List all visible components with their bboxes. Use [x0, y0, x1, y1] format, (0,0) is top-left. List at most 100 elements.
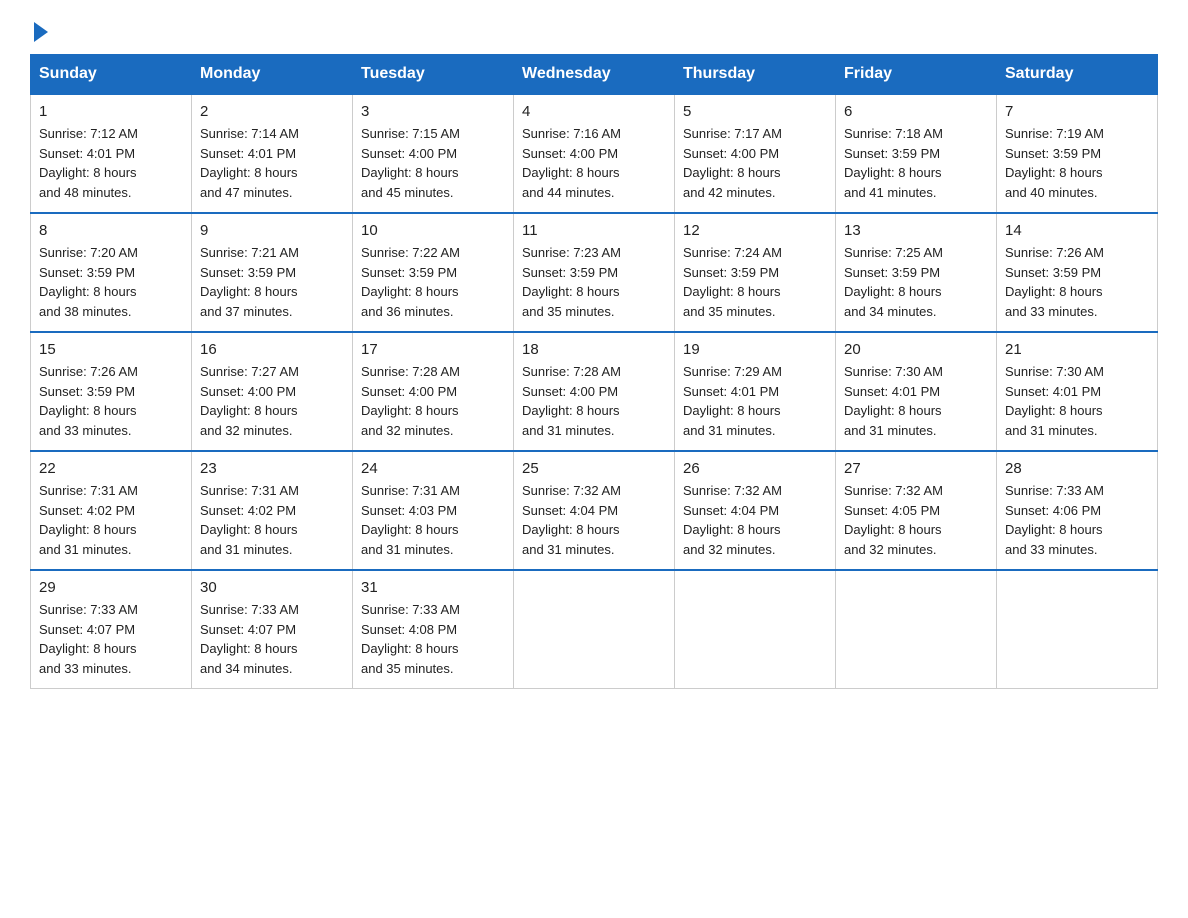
calendar-body: 1 Sunrise: 7:12 AMSunset: 4:01 PMDaylight… — [31, 94, 1158, 689]
day-number: 5 — [683, 103, 827, 120]
day-info: Sunrise: 7:32 AMSunset: 4:05 PMDaylight:… — [844, 481, 988, 559]
calendar-cell: 14 Sunrise: 7:26 AMSunset: 3:59 PMDayligh… — [997, 213, 1158, 332]
calendar-cell: 29 Sunrise: 7:33 AMSunset: 4:07 PMDayligh… — [31, 570, 192, 689]
day-info: Sunrise: 7:15 AMSunset: 4:00 PMDaylight:… — [361, 124, 505, 202]
week-row-1: 1 Sunrise: 7:12 AMSunset: 4:01 PMDaylight… — [31, 94, 1158, 213]
calendar-header: SundayMondayTuesdayWednesdayThursdayFrid… — [31, 55, 1158, 95]
calendar-cell: 5 Sunrise: 7:17 AMSunset: 4:00 PMDaylight… — [675, 94, 836, 213]
calendar-cell: 7 Sunrise: 7:19 AMSunset: 3:59 PMDaylight… — [997, 94, 1158, 213]
day-number: 28 — [1005, 460, 1149, 477]
day-number: 22 — [39, 460, 183, 477]
day-number: 29 — [39, 579, 183, 596]
day-number: 27 — [844, 460, 988, 477]
day-number: 18 — [522, 341, 666, 358]
day-info: Sunrise: 7:25 AMSunset: 3:59 PMDaylight:… — [844, 243, 988, 321]
calendar-cell: 3 Sunrise: 7:15 AMSunset: 4:00 PMDaylight… — [353, 94, 514, 213]
day-info: Sunrise: 7:14 AMSunset: 4:01 PMDaylight:… — [200, 124, 344, 202]
day-info: Sunrise: 7:12 AMSunset: 4:01 PMDaylight:… — [39, 124, 183, 202]
day-info: Sunrise: 7:32 AMSunset: 4:04 PMDaylight:… — [683, 481, 827, 559]
day-number: 13 — [844, 222, 988, 239]
day-number: 12 — [683, 222, 827, 239]
day-info: Sunrise: 7:22 AMSunset: 3:59 PMDaylight:… — [361, 243, 505, 321]
header-friday: Friday — [836, 55, 997, 95]
header-sunday: Sunday — [31, 55, 192, 95]
day-info: Sunrise: 7:28 AMSunset: 4:00 PMDaylight:… — [361, 362, 505, 440]
day-info: Sunrise: 7:33 AMSunset: 4:06 PMDaylight:… — [1005, 481, 1149, 559]
day-number: 17 — [361, 341, 505, 358]
day-number: 21 — [1005, 341, 1149, 358]
day-number: 2 — [200, 103, 344, 120]
header-tuesday: Tuesday — [353, 55, 514, 95]
day-info: Sunrise: 7:19 AMSunset: 3:59 PMDaylight:… — [1005, 124, 1149, 202]
calendar-cell: 22 Sunrise: 7:31 AMSunset: 4:02 PMDayligh… — [31, 451, 192, 570]
calendar-cell — [836, 570, 997, 689]
calendar-cell: 8 Sunrise: 7:20 AMSunset: 3:59 PMDaylight… — [31, 213, 192, 332]
header-thursday: Thursday — [675, 55, 836, 95]
day-number: 3 — [361, 103, 505, 120]
day-number: 14 — [1005, 222, 1149, 239]
logo-top — [30, 20, 48, 42]
day-info: Sunrise: 7:18 AMSunset: 3:59 PMDaylight:… — [844, 124, 988, 202]
day-info: Sunrise: 7:31 AMSunset: 4:02 PMDaylight:… — [39, 481, 183, 559]
day-info: Sunrise: 7:33 AMSunset: 4:07 PMDaylight:… — [39, 600, 183, 678]
day-info: Sunrise: 7:30 AMSunset: 4:01 PMDaylight:… — [1005, 362, 1149, 440]
week-row-4: 22 Sunrise: 7:31 AMSunset: 4:02 PMDayligh… — [31, 451, 1158, 570]
day-number: 1 — [39, 103, 183, 120]
calendar-cell: 1 Sunrise: 7:12 AMSunset: 4:01 PMDaylight… — [31, 94, 192, 213]
calendar-cell: 9Sunrise: 7:21 AMSunset: 3:59 PMDaylight… — [192, 213, 353, 332]
day-info: Sunrise: 7:26 AMSunset: 3:59 PMDaylight:… — [1005, 243, 1149, 321]
calendar-cell: 21 Sunrise: 7:30 AMSunset: 4:01 PMDayligh… — [997, 332, 1158, 451]
calendar-cell: 30 Sunrise: 7:33 AMSunset: 4:07 PMDayligh… — [192, 570, 353, 689]
week-row-2: 8 Sunrise: 7:20 AMSunset: 3:59 PMDaylight… — [31, 213, 1158, 332]
day-number: 9 — [200, 222, 344, 239]
calendar-cell — [514, 570, 675, 689]
day-info: Sunrise: 7:16 AMSunset: 4:00 PMDaylight:… — [522, 124, 666, 202]
day-info: Sunrise: 7:20 AMSunset: 3:59 PMDaylight:… — [39, 243, 183, 321]
day-number: 10 — [361, 222, 505, 239]
day-number: 7 — [1005, 103, 1149, 120]
day-number: 30 — [200, 579, 344, 596]
calendar-cell: 26 Sunrise: 7:32 AMSunset: 4:04 PMDayligh… — [675, 451, 836, 570]
day-info: Sunrise: 7:24 AMSunset: 3:59 PMDaylight:… — [683, 243, 827, 321]
header-saturday: Saturday — [997, 55, 1158, 95]
calendar-cell: 25Sunrise: 7:32 AMSunset: 4:04 PMDayligh… — [514, 451, 675, 570]
day-number: 8 — [39, 222, 183, 239]
day-number: 26 — [683, 460, 827, 477]
day-info: Sunrise: 7:26 AMSunset: 3:59 PMDaylight:… — [39, 362, 183, 440]
calendar-cell: 20 Sunrise: 7:30 AMSunset: 4:01 PMDayligh… — [836, 332, 997, 451]
calendar-cell: 28 Sunrise: 7:33 AMSunset: 4:06 PMDayligh… — [997, 451, 1158, 570]
calendar-cell: 18Sunrise: 7:28 AMSunset: 4:00 PMDayligh… — [514, 332, 675, 451]
day-number: 31 — [361, 579, 505, 596]
day-info: Sunrise: 7:17 AMSunset: 4:00 PMDaylight:… — [683, 124, 827, 202]
calendar-cell: 4 Sunrise: 7:16 AMSunset: 4:00 PMDaylight… — [514, 94, 675, 213]
day-number: 24 — [361, 460, 505, 477]
week-row-3: 15Sunrise: 7:26 AMSunset: 3:59 PMDayligh… — [31, 332, 1158, 451]
calendar-cell — [997, 570, 1158, 689]
page-header — [30, 20, 1158, 34]
day-number: 11 — [522, 222, 666, 239]
calendar-cell: 13 Sunrise: 7:25 AMSunset: 3:59 PMDayligh… — [836, 213, 997, 332]
day-info: Sunrise: 7:31 AMSunset: 4:03 PMDaylight:… — [361, 481, 505, 559]
calendar-cell: 16Sunrise: 7:27 AMSunset: 4:00 PMDayligh… — [192, 332, 353, 451]
calendar-cell: 17 Sunrise: 7:28 AMSunset: 4:00 PMDayligh… — [353, 332, 514, 451]
calendar-cell: 10 Sunrise: 7:22 AMSunset: 3:59 PMDayligh… — [353, 213, 514, 332]
calendar-cell: 31 Sunrise: 7:33 AMSunset: 4:08 PMDayligh… — [353, 570, 514, 689]
calendar-cell: 6Sunrise: 7:18 AMSunset: 3:59 PMDaylight… — [836, 94, 997, 213]
day-info: Sunrise: 7:30 AMSunset: 4:01 PMDaylight:… — [844, 362, 988, 440]
logo — [30, 20, 48, 34]
calendar-cell: 15Sunrise: 7:26 AMSunset: 3:59 PMDayligh… — [31, 332, 192, 451]
calendar-cell: 27 Sunrise: 7:32 AMSunset: 4:05 PMDayligh… — [836, 451, 997, 570]
day-number: 20 — [844, 341, 988, 358]
day-info: Sunrise: 7:27 AMSunset: 4:00 PMDaylight:… — [200, 362, 344, 440]
day-info: Sunrise: 7:33 AMSunset: 4:07 PMDaylight:… — [200, 600, 344, 678]
week-row-5: 29 Sunrise: 7:33 AMSunset: 4:07 PMDayligh… — [31, 570, 1158, 689]
calendar-cell: 12 Sunrise: 7:24 AMSunset: 3:59 PMDayligh… — [675, 213, 836, 332]
calendar-cell: 23Sunrise: 7:31 AMSunset: 4:02 PMDayligh… — [192, 451, 353, 570]
calendar-cell — [675, 570, 836, 689]
calendar-cell: 2 Sunrise: 7:14 AMSunset: 4:01 PMDaylight… — [192, 94, 353, 213]
logo-arrow-icon — [34, 22, 48, 42]
header-wednesday: Wednesday — [514, 55, 675, 95]
day-info: Sunrise: 7:33 AMSunset: 4:08 PMDaylight:… — [361, 600, 505, 678]
day-number: 4 — [522, 103, 666, 120]
calendar-table: SundayMondayTuesdayWednesdayThursdayFrid… — [30, 54, 1158, 689]
